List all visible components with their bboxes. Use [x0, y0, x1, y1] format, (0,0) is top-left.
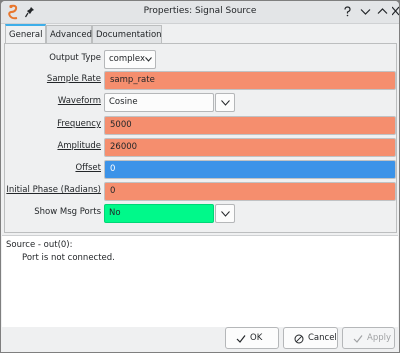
- minimize-icon[interactable]: [360, 6, 371, 17]
- frequency-row: Frequency 5000: [5, 116, 397, 135]
- waveform-label: Waveform: [57, 96, 101, 106]
- general-panel: Output Type complex Sample Rate samp_rat…: [4, 43, 397, 233]
- cancel-button[interactable]: Cancel: [283, 327, 338, 349]
- show-msg-ports-label: Show Msg Ports: [34, 207, 101, 217]
- chevron-down-icon: [221, 100, 230, 106]
- amplitude-row: Amplitude 26000: [5, 138, 397, 157]
- frequency-label: Frequency: [57, 119, 101, 129]
- amplitude-input[interactable]: 26000: [104, 138, 396, 157]
- show-msg-ports-select[interactable]: No: [104, 204, 214, 223]
- properties-dialog: Properties: Signal Source General Advanc…: [1, 1, 399, 352]
- output-type-value: complex: [109, 54, 146, 64]
- waveform-value: Cosine: [109, 97, 138, 107]
- waveform-select[interactable]: Cosine: [104, 93, 214, 112]
- sample-rate-label: Sample Rate: [46, 74, 101, 84]
- chevron-down-icon: [145, 57, 152, 62]
- offset-input[interactable]: 0: [104, 160, 396, 179]
- offset-label: Offset: [75, 163, 101, 173]
- show-msg-ports-value: No: [109, 208, 121, 218]
- maximize-icon[interactable]: [377, 6, 388, 17]
- help-icon[interactable]: [342, 6, 353, 17]
- apply-button-label: Apply: [367, 333, 391, 343]
- title-bar[interactable]: Properties: Signal Source: [1, 1, 399, 24]
- cancel-icon: [294, 334, 304, 344]
- close-icon[interactable]: [392, 6, 399, 17]
- show-msg-ports-dropdown-button[interactable]: [215, 204, 235, 223]
- amplitude-label: Amplitude: [57, 141, 101, 151]
- waveform-dropdown-button[interactable]: [215, 93, 235, 112]
- tab-advanced[interactable]: Advanced: [46, 25, 92, 43]
- output-type-select[interactable]: complex: [104, 50, 156, 69]
- sample-rate-input[interactable]: samp_rate: [104, 71, 396, 90]
- cancel-button-label: Cancel: [308, 333, 337, 343]
- waveform-row: Waveform Cosine: [5, 93, 397, 112]
- initial-phase-label: Initial Phase (Radians): [6, 185, 101, 195]
- log-message-line: Port is not connected.: [22, 253, 115, 263]
- checkmark-icon: [353, 335, 363, 343]
- offset-row: Offset 0: [5, 160, 397, 179]
- tab-documentation[interactable]: Documentation: [92, 25, 162, 43]
- output-type-row: Output Type complex: [5, 50, 397, 69]
- ok-button-label: OK: [250, 333, 263, 343]
- checkmark-icon: [236, 335, 246, 343]
- window-title: Properties: Signal Source: [143, 6, 257, 16]
- error-log-panel: Source - out(0): Port is not connected.: [2, 235, 398, 327]
- tab-general[interactable]: General: [5, 24, 46, 44]
- sample-rate-row: Sample Rate samp_rate: [5, 71, 397, 90]
- initial-phase-row: Initial Phase (Radians) 0: [5, 182, 397, 201]
- frequency-input[interactable]: 5000: [104, 116, 396, 135]
- apply-button[interactable]: Apply: [342, 327, 395, 349]
- chevron-down-icon: [221, 211, 230, 217]
- initial-phase-input[interactable]: 0: [104, 182, 396, 201]
- show-msg-ports-row: Show Msg Ports No: [5, 204, 397, 223]
- output-type-label: Output Type: [49, 53, 101, 63]
- button-bar: OK Cancel Apply: [1, 327, 399, 352]
- ok-button[interactable]: OK: [225, 327, 279, 349]
- log-source-line: Source - out(0):: [6, 240, 73, 250]
